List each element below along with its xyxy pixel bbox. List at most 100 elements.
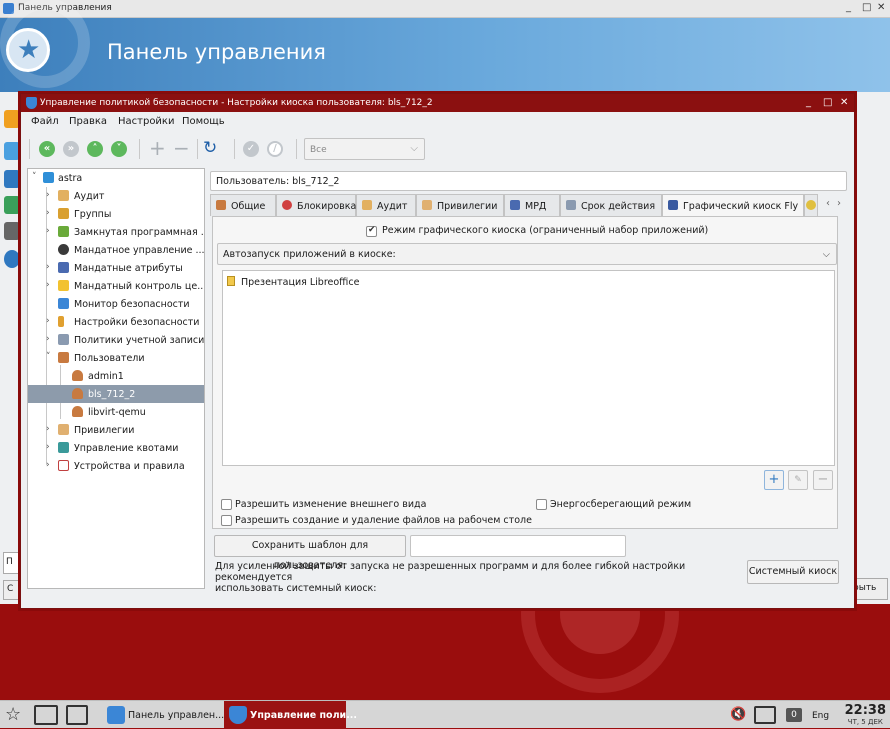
windows-switch-icon[interactable] [34, 705, 58, 725]
chevron-right-icon[interactable]: › [46, 226, 50, 236]
tree-user-admin1[interactable]: admin1 [28, 367, 204, 385]
category-icon[interactable] [4, 110, 20, 128]
bg-search-input[interactable]: П [3, 552, 21, 574]
save-template-button[interactable]: Сохранить шаблон для пользователя: [214, 535, 406, 571]
taskbar-item-security-policy[interactable]: Управление поли... [224, 701, 357, 729]
tree-user-bls-712-2[interactable]: bls_712_2 [28, 385, 204, 403]
menu-help[interactable]: Помощь [182, 116, 225, 127]
minimize-button[interactable]: _ [806, 97, 811, 108]
tree-item-mandatory-attrs[interactable]: › Мандатные атрибуты [28, 259, 204, 277]
tree-item-mandatory-access[interactable]: Мандатное управление ... [28, 241, 204, 259]
chevron-right-icon[interactable]: › [46, 280, 50, 290]
add-icon[interactable]: + [149, 136, 166, 160]
filter-select[interactable]: Все ⌵ [304, 138, 425, 160]
chevron-left-icon[interactable]: ‹ [826, 198, 830, 209]
category-icon[interactable] [4, 170, 20, 188]
volume-muted-icon[interactable]: 🔇 [730, 707, 746, 722]
tab-privileges[interactable]: Привилегии [416, 194, 504, 216]
autostart-label: Автозапуск приложений в киоске: [223, 249, 396, 260]
autostart-dropdown[interactable]: Автозапуск приложений в киоске: ⌵ [217, 243, 837, 265]
privileges-icon [58, 424, 69, 435]
tree-item-account-policy[interactable]: › Политики учетной записи [28, 331, 204, 349]
tree-item-groups[interactable]: › Группы [28, 205, 204, 223]
category-icon[interactable] [4, 142, 20, 160]
tree-item-devices[interactable]: › Устройства и правила [28, 457, 204, 475]
tab-expiration[interactable]: Срок действия [560, 194, 662, 216]
remove-app-button[interactable]: − [813, 470, 833, 490]
chevron-right-icon[interactable]: › [46, 424, 50, 434]
chevron-right-icon[interactable]: › [46, 208, 50, 218]
keyboard-layout[interactable]: Eng [812, 711, 829, 721]
tab-audit[interactable]: Аудит [356, 194, 416, 216]
edit-app-button[interactable]: ✎ [788, 470, 808, 490]
bg-left-button[interactable]: С [3, 580, 21, 600]
tab-mrd[interactable]: МРД [504, 194, 560, 216]
chevron-down-icon[interactable]: ˅ [46, 352, 51, 362]
back-icon[interactable]: « [39, 141, 55, 157]
bg-maximize-button[interactable]: □ [862, 2, 871, 13]
tree-item-privileges[interactable]: › Привилегии [28, 421, 204, 439]
up-icon[interactable]: ˄ [87, 141, 103, 157]
allow-appearance-checkbox[interactable] [221, 499, 232, 510]
tree-item-closed-env[interactable]: › Замкнутая программная ... [28, 223, 204, 241]
allow-appearance-label: Разрешить изменение внешнего вида [235, 499, 427, 510]
list-item[interactable]: Презентация Libreoffice [227, 276, 359, 288]
chevron-right-icon[interactable]: › [46, 334, 50, 344]
chevron-down-icon[interactable]: ˅ [32, 172, 37, 182]
note-line-1: Для усиленной защиты от запуска не разре… [215, 561, 686, 583]
tab-general[interactable]: Общие [210, 194, 276, 216]
taskbar-item-control-panel[interactable]: Панель управлен... [102, 701, 224, 729]
chevron-down-icon: ⌵ [822, 249, 830, 260]
tree-item-quotas[interactable]: › Управление квотами [28, 439, 204, 457]
menu-file[interactable]: Файл [31, 116, 59, 127]
allow-files-checkbox[interactable] [221, 515, 232, 526]
tree-item-users[interactable]: ˅ Пользователи [28, 349, 204, 367]
quotas-icon [58, 442, 69, 453]
kiosk-mode-checkbox[interactable] [366, 225, 377, 237]
menu-settings[interactable]: Настройки [118, 116, 174, 127]
forward-icon[interactable]: » [63, 141, 79, 157]
tree-user-libvirt-qemu[interactable]: libvirt-qemu [28, 403, 204, 421]
chevron-right-icon[interactable]: › [46, 442, 50, 452]
chevron-right-icon[interactable]: › [837, 198, 841, 209]
system-kiosk-button[interactable]: Системный киоск [747, 560, 839, 584]
tree-item-security-monitor[interactable]: Монитор безопасности [28, 295, 204, 313]
template-name-input[interactable] [410, 535, 626, 557]
show-desktop-icon[interactable] [66, 705, 88, 725]
kiosk-mode-label: Режим графического киоска (ограниченный … [382, 225, 709, 236]
remove-icon[interactable]: − [173, 136, 190, 160]
notification-counter[interactable]: 0 [786, 708, 802, 722]
down-icon[interactable]: ˅ [111, 141, 127, 157]
tree-item-audit[interactable]: › Аудит [28, 187, 204, 205]
gear-icon[interactable] [4, 250, 20, 268]
tab-fly-kiosk[interactable]: Графический киоск Fly [662, 194, 804, 217]
close-button[interactable]: ✕ [840, 97, 848, 108]
tab-blocking[interactable]: Блокировка [276, 194, 356, 216]
start-menu-icon[interactable]: ☆ [5, 704, 21, 725]
chevron-right-icon[interactable]: › [46, 262, 50, 272]
tree-item-security-settings[interactable]: › Настройки безопасности [28, 313, 204, 331]
monitor-icon [58, 298, 69, 309]
maximize-button[interactable]: □ [823, 97, 832, 108]
bg-close-button[interactable]: ✕ [877, 2, 885, 13]
tab-overflow[interactable] [804, 194, 818, 216]
shield-icon [26, 97, 37, 109]
refresh-icon[interactable]: ↻ [203, 136, 217, 160]
category-icon[interactable] [4, 222, 20, 240]
chevron-right-icon[interactable]: › [46, 190, 50, 200]
tree-item-integrity-control[interactable]: › Мандатный контроль це... [28, 277, 204, 295]
apply-icon[interactable]: ✓ [243, 141, 259, 157]
clock[interactable]: 22:38 ЧТ, 5 ДЕК [845, 703, 886, 726]
bg-minimize-button[interactable]: _ [846, 2, 851, 13]
power-saving-checkbox[interactable] [536, 499, 547, 510]
category-icon[interactable] [4, 196, 20, 214]
cancel-icon[interactable]: / [267, 141, 283, 157]
chevron-right-icon[interactable]: › [46, 316, 50, 326]
closed-env-icon [58, 226, 69, 237]
audit-icon [58, 190, 69, 201]
add-app-button[interactable]: + [764, 470, 784, 490]
tree-root[interactable]: ˅ astra [28, 169, 204, 187]
network-icon[interactable] [754, 706, 776, 724]
chevron-right-icon[interactable]: › [46, 460, 50, 470]
menu-edit[interactable]: Правка [69, 116, 107, 127]
